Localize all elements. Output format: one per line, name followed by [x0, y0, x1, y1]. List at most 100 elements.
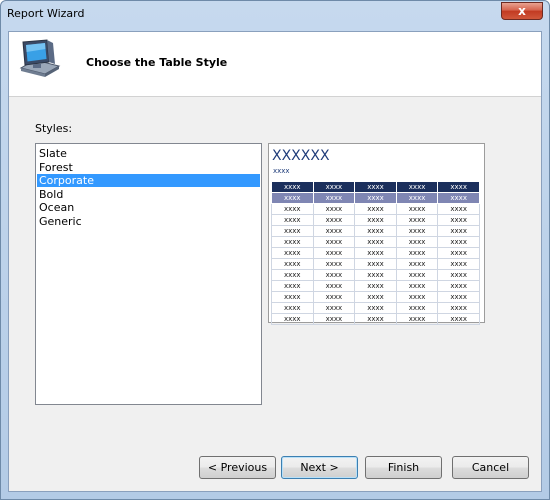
- style-list-item[interactable]: Bold: [37, 188, 260, 201]
- preview-cell: xxxx: [395, 225, 439, 237]
- preview-cell: xxxx: [312, 258, 356, 270]
- preview-cell: xxxx: [312, 313, 356, 325]
- preview-row: xxxx xxxx xxxx xxxx xxxx: [271, 247, 480, 259]
- preview-cell: xxxx: [437, 192, 480, 204]
- preview-row: xxxx xxxx xxxx xxxx xxxx: [271, 269, 480, 281]
- preview-cell: xxxx: [354, 280, 397, 292]
- next-button[interactable]: Next >: [281, 456, 358, 479]
- preview-cell: xxxx: [312, 192, 356, 204]
- computer-icon: [19, 39, 61, 77]
- preview-cell: xxxx: [437, 181, 480, 193]
- style-list-item[interactable]: Forest: [37, 161, 260, 174]
- preview-row: xxxx xxxx xxxx xxxx xxxx: [271, 302, 480, 314]
- previous-button[interactable]: < Previous: [199, 456, 276, 479]
- preview-cell: xxxx: [395, 236, 439, 248]
- preview-cell: xxxx: [437, 203, 480, 215]
- preview-cell: xxxx: [271, 302, 314, 314]
- preview-title: XXXXXX: [272, 148, 330, 164]
- preview-cell: xxxx: [312, 302, 356, 314]
- preview-cell: xxxx: [354, 291, 397, 303]
- cancel-button[interactable]: Cancel: [452, 456, 529, 479]
- preview-cell: xxxx: [312, 291, 356, 303]
- preview-cell: xxxx: [395, 302, 439, 314]
- preview-cell: xxxx: [437, 236, 480, 248]
- wizard-body: Choose the Table Style Styles: Slate Fore…: [8, 31, 542, 492]
- preview-cell: xxxx: [271, 214, 314, 226]
- preview-cell: xxxx: [271, 258, 314, 270]
- preview-row: xxxx xxxx xxxx xxxx xxxx: [271, 181, 480, 193]
- preview-table: xxxx xxxx xxxx xxxx xxxx xxxx xxxx xxxx xxxx xxxx…: [271, 181, 480, 325]
- preview-cell: xxxx: [271, 313, 314, 325]
- preview-cell: xxxx: [395, 313, 439, 325]
- preview-cell: xxxx: [437, 291, 480, 303]
- style-list-item[interactable]: Ocean: [37, 201, 260, 214]
- preview-cell: xxxx: [312, 247, 356, 259]
- preview-cell: xxxx: [395, 181, 439, 193]
- preview-cell: xxxx: [395, 280, 439, 292]
- preview-cell: xxxx: [271, 291, 314, 303]
- preview-cell: xxxx: [354, 192, 397, 204]
- preview-cell: xxxx: [354, 302, 397, 314]
- preview-cell: xxxx: [312, 181, 356, 193]
- page-title: Choose the Table Style: [86, 56, 228, 69]
- preview-cell: xxxx: [312, 236, 356, 248]
- preview-cell: xxxx: [271, 203, 314, 215]
- preview-cell: xxxx: [271, 269, 314, 281]
- style-list-item[interactable]: Slate: [37, 147, 260, 160]
- preview-cell: xxxx: [312, 269, 356, 281]
- preview-cell: xxxx: [395, 214, 439, 226]
- window-title: Report Wizard: [7, 7, 85, 20]
- preview-cell: xxxx: [271, 192, 314, 204]
- preview-cell: xxxx: [437, 247, 480, 259]
- preview-cell: xxxx: [354, 236, 397, 248]
- preview-cell: xxxx: [437, 225, 480, 237]
- preview-cell: xxxx: [312, 214, 356, 226]
- preview-cell: xxxx: [312, 203, 356, 215]
- styles-label: Styles:: [35, 122, 73, 135]
- wizard-header: Choose the Table Style: [9, 32, 541, 97]
- preview-cell: xxxx: [271, 247, 314, 259]
- title-bar: Report Wizard x: [1, 1, 549, 27]
- preview-cell: xxxx: [354, 214, 397, 226]
- preview-row: xxxx xxxx xxxx xxxx xxxx: [271, 280, 480, 292]
- preview-cell: xxxx: [271, 225, 314, 237]
- preview-cell: xxxx: [395, 258, 439, 270]
- style-list-item[interactable]: Generic: [37, 215, 260, 228]
- style-list-item[interactable]: Corporate: [37, 174, 260, 187]
- preview-cell: xxxx: [437, 302, 480, 314]
- close-icon: x: [518, 4, 526, 18]
- preview-row: xxxx xxxx xxxx xxxx xxxx: [271, 313, 480, 325]
- styles-listbox[interactable]: Slate Forest Corporate Bold Ocean Generic: [35, 143, 262, 405]
- preview-cell: xxxx: [395, 269, 439, 281]
- preview-cell: xxxx: [354, 225, 397, 237]
- preview-cell: xxxx: [354, 258, 397, 270]
- preview-cell: xxxx: [354, 247, 397, 259]
- preview-cell: xxxx: [271, 181, 314, 193]
- preview-row: xxxx xxxx xxxx xxxx xxxx: [271, 214, 480, 226]
- style-preview: XXXXXX xxxx xxxx xxxx xxxx xxxx xxxx xxxx xxxx…: [268, 143, 485, 325]
- preview-cell: xxxx: [354, 313, 397, 325]
- preview-row: xxxx xxxx xxxx xxxx xxxx: [271, 203, 480, 215]
- finish-button[interactable]: Finish: [365, 456, 442, 479]
- preview-subtitle: xxxx: [273, 167, 290, 175]
- preview-cell: xxxx: [437, 269, 480, 281]
- preview-cell: xxxx: [437, 280, 480, 292]
- preview-cell: xxxx: [354, 181, 397, 193]
- preview-cell: xxxx: [354, 269, 397, 281]
- preview-cell: xxxx: [271, 236, 314, 248]
- preview-cell: xxxx: [437, 258, 480, 270]
- preview-cell: xxxx: [312, 280, 356, 292]
- preview-cell: xxxx: [395, 203, 439, 215]
- preview-row: xxxx xxxx xxxx xxxx xxxx: [271, 225, 480, 237]
- report-wizard-window: Report Wizard x Choose the Table Style S…: [0, 0, 550, 500]
- preview-row: xxxx xxxx xxxx xxxx xxxx: [271, 192, 480, 204]
- preview-cell: xxxx: [395, 192, 439, 204]
- preview-row: xxxx xxxx xxxx xxxx xxxx: [271, 236, 480, 248]
- preview-row: xxxx xxxx xxxx xxxx xxxx: [271, 258, 480, 270]
- preview-cell: xxxx: [437, 313, 480, 325]
- preview-cell: xxxx: [354, 203, 397, 215]
- preview-cell: xxxx: [437, 214, 480, 226]
- close-button[interactable]: x: [501, 2, 543, 20]
- preview-cell: xxxx: [395, 291, 439, 303]
- preview-row: xxxx xxxx xxxx xxxx xxxx: [271, 291, 480, 303]
